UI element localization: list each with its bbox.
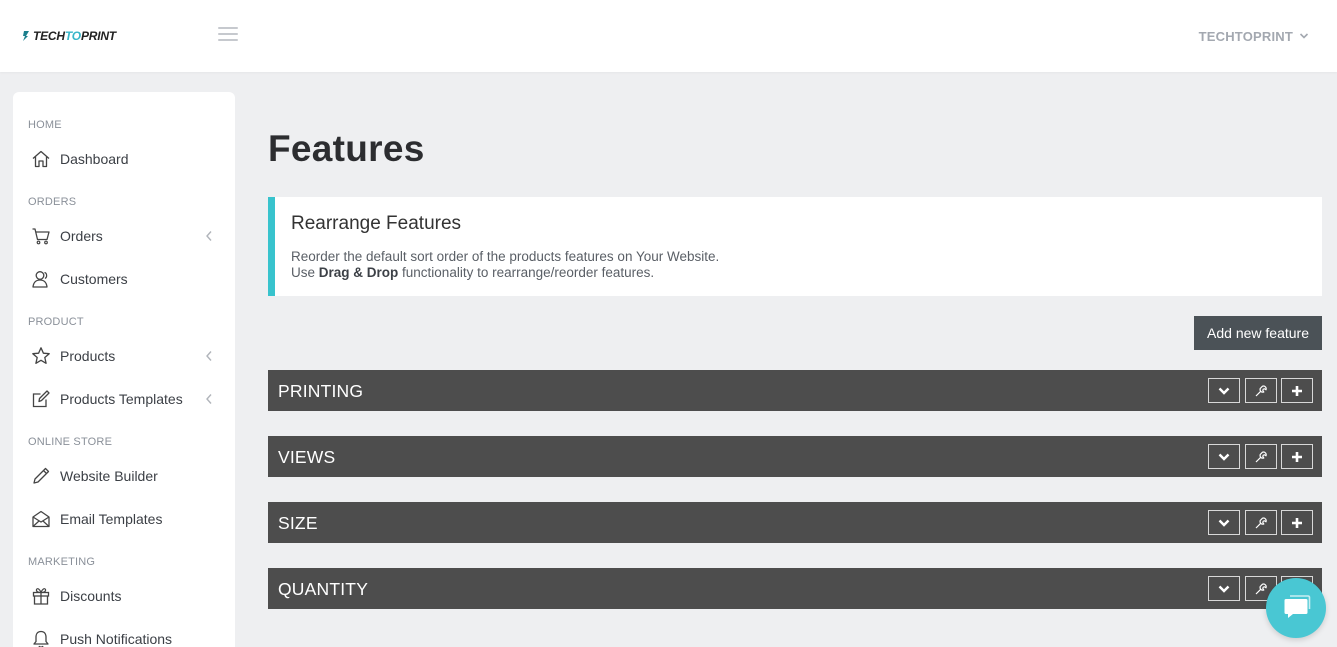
sidebar-item-label: Dashboard (60, 151, 129, 167)
edit-icon (31, 389, 51, 409)
menu-toggle-icon[interactable] (218, 27, 238, 41)
sidebar-item-label: Email Templates (60, 511, 163, 527)
bell-icon (31, 629, 51, 647)
edit-feature-button[interactable] (1245, 510, 1277, 535)
sidebar: HOME Dashboard ORDERS Orders Customers P… (13, 92, 235, 647)
chevron-left-icon (206, 231, 212, 241)
info-card: Rearrange Features Reorder the default s… (268, 197, 1322, 296)
instruction-prefix: Use (291, 265, 319, 280)
edit-feature-button[interactable] (1245, 378, 1277, 403)
sidebar-item-label: Orders (60, 228, 103, 244)
add-option-button[interactable] (1281, 378, 1313, 403)
gift-icon (31, 586, 51, 606)
plus-icon (1292, 517, 1302, 528)
feature-name: SIZE (278, 513, 318, 533)
sidebar-item-label: Discounts (60, 588, 122, 604)
plus-icon (1292, 385, 1302, 396)
cart-icon (31, 226, 51, 246)
star-icon (31, 346, 51, 366)
home-icon (31, 149, 51, 169)
chevron-down-icon (1218, 453, 1230, 461)
instruction-bold: Drag & Drop (318, 265, 399, 280)
top-header: TECHTOPRINT TECHTOPRINT (0, 0, 1337, 72)
page-title: Features (268, 128, 425, 169)
chevron-down-icon (1218, 585, 1230, 593)
expand-button[interactable] (1208, 510, 1240, 535)
expand-button[interactable] (1208, 444, 1240, 469)
wrench-icon (1255, 516, 1267, 528)
logo[interactable]: TECHTOPRINT (22, 28, 116, 44)
wrench-icon (1255, 384, 1267, 396)
feature-name: QUANTITY (278, 579, 369, 599)
sidebar-item-website-builder[interactable]: Website Builder (13, 459, 235, 493)
sidebar-item-label: Products (60, 348, 116, 364)
wrench-icon (1255, 582, 1267, 594)
sidebar-section-marketing: MARKETING (28, 556, 96, 568)
sidebar-item-orders[interactable]: Orders (13, 219, 235, 253)
envelope-icon (31, 509, 51, 529)
add-option-button[interactable] (1281, 510, 1313, 535)
user-menu-label: TECHTOPRINT (1198, 28, 1293, 44)
feature-row-views[interactable]: VIEWS (268, 436, 1322, 477)
info-card-heading: Rearrange Features (291, 213, 462, 234)
sidebar-item-discounts[interactable]: Discounts (13, 579, 235, 613)
customers-icon (31, 269, 51, 289)
sidebar-item-email-templates[interactable]: Email Templates (13, 502, 235, 536)
wrench-icon (1255, 450, 1267, 462)
add-option-button[interactable] (1281, 444, 1313, 469)
sidebar-item-label: Push Notifications (60, 631, 173, 647)
feature-name: VIEWS (278, 447, 336, 467)
info-card-instruction: Use Drag & Drop functionality to rearran… (291, 265, 654, 280)
sidebar-item-dashboard[interactable]: Dashboard (13, 142, 235, 176)
feature-row-quantity[interactable]: QUANTITY (268, 568, 1322, 609)
info-card-description: Reorder the default sort order of the pr… (291, 249, 720, 264)
instruction-suffix: functionality to rearrange/reorder featu… (398, 265, 655, 280)
chat-bubble-icon (1284, 595, 1311, 618)
chevron-left-icon (206, 351, 212, 361)
chat-launcher-button[interactable] (1266, 578, 1326, 638)
logo-text-print: PRINT (80, 29, 116, 43)
sidebar-section-orders: ORDERS (28, 196, 77, 208)
feature-row-size[interactable]: SIZE (268, 502, 1322, 543)
sidebar-section-online-store: ONLINE STORE (28, 436, 113, 448)
chevron-down-icon (1218, 387, 1230, 395)
sidebar-item-label: Website Builder (60, 468, 158, 484)
expand-button[interactable] (1208, 378, 1240, 403)
logo-mark-icon (23, 31, 29, 41)
feature-row-printing[interactable]: PRINTING (268, 370, 1322, 411)
sidebar-section-product: PRODUCT (28, 316, 84, 328)
logo-text-to: TO (64, 29, 81, 43)
feature-name: PRINTING (278, 381, 364, 401)
expand-button[interactable] (1208, 576, 1240, 601)
add-new-feature-button[interactable]: Add new feature (1194, 316, 1322, 350)
sidebar-section-home: HOME (28, 119, 62, 131)
sidebar-item-label: Products Templates (60, 391, 183, 407)
plus-icon (1292, 451, 1302, 462)
sidebar-item-customers[interactable]: Customers (13, 262, 235, 296)
chevron-down-icon (1299, 33, 1309, 39)
chevron-left-icon (206, 394, 212, 404)
logo-text-tech: TECH (33, 29, 65, 43)
pencil-icon (31, 466, 51, 486)
sidebar-item-products[interactable]: Products (13, 339, 235, 373)
chevron-down-icon (1218, 519, 1230, 527)
user-menu[interactable]: TECHTOPRINT (1199, 27, 1309, 45)
sidebar-item-label: Customers (60, 271, 128, 287)
sidebar-item-push-notifications[interactable]: Push Notifications (13, 622, 235, 647)
sidebar-item-products-templates[interactable]: Products Templates (13, 382, 235, 416)
edit-feature-button[interactable] (1245, 444, 1277, 469)
